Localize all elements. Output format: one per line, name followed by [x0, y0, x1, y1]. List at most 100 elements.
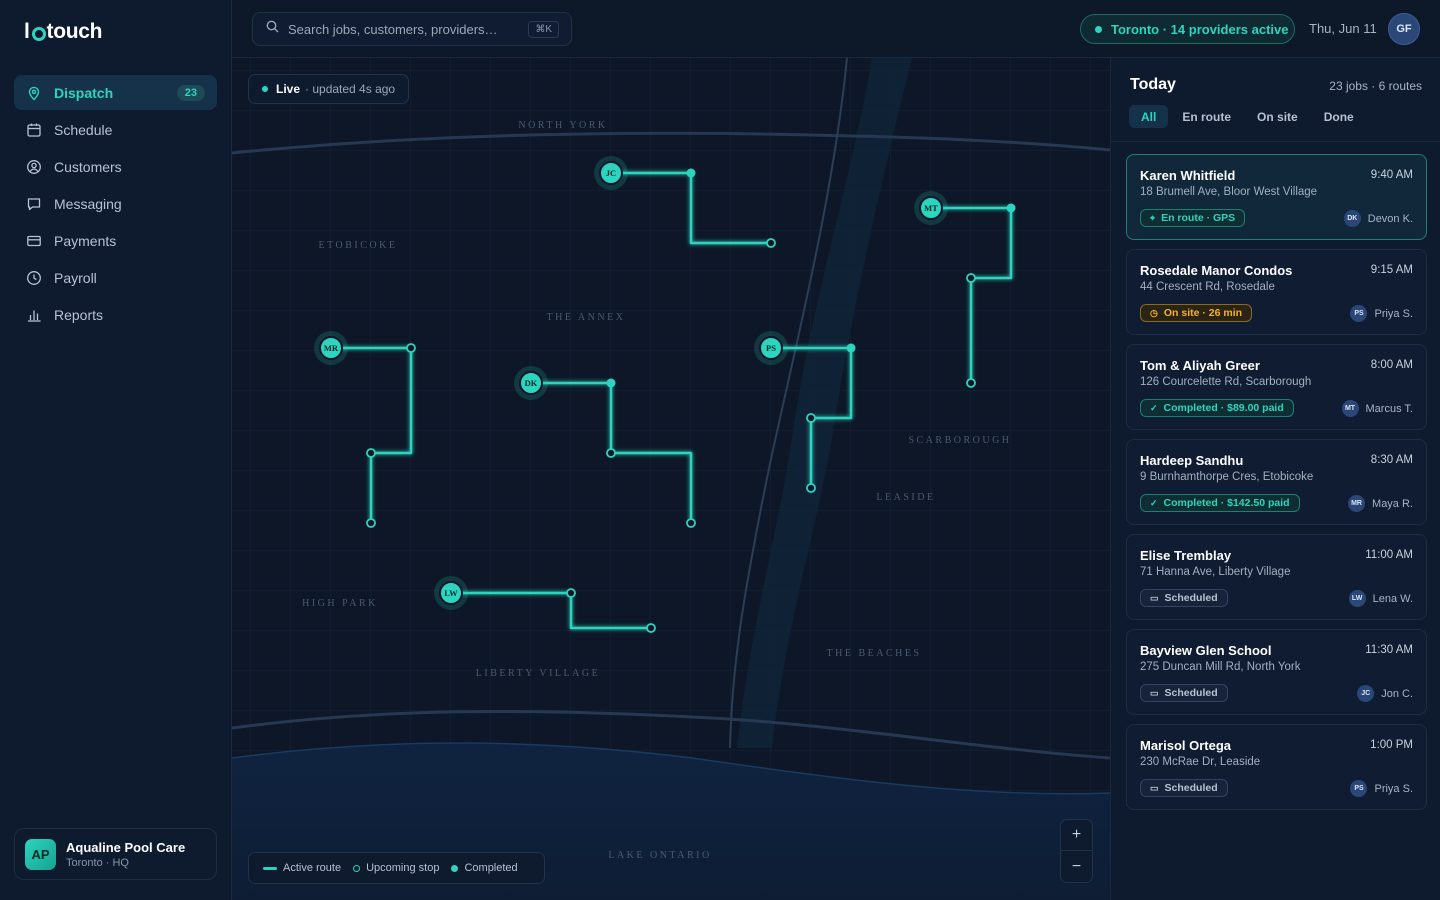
status-badge: ◷ On site · 26 min — [1140, 304, 1253, 322]
zoom-in-button[interactable]: + — [1061, 820, 1092, 851]
user-avatar[interactable]: GF — [1388, 13, 1420, 45]
tab-done[interactable]: Done — [1312, 105, 1366, 128]
panel-divider — [1111, 141, 1440, 142]
job-address: 71 Hanna Ave, Liberty Village — [1140, 566, 1291, 578]
panel-title: Today — [1130, 76, 1176, 93]
legend-active-route: Active route — [283, 862, 342, 874]
provider-marker-lw[interactable]: LW — [434, 576, 468, 610]
sidebar-item-label: Messaging — [54, 195, 122, 212]
logo-ring-icon — [31, 26, 46, 41]
svg-text:DK: DK — [525, 378, 538, 388]
job-customer-name: Karen Whitfield — [1140, 168, 1236, 183]
job-card[interactable]: Karen Whitfield 9:40 AM 18 Brumell Ave, … — [1126, 154, 1427, 240]
status-text: En route · GPS — [1161, 212, 1236, 224]
sidebar-item-dispatch[interactable]: Dispatch 23 — [14, 75, 217, 110]
current-date: Thu, Jun 11 — [1309, 21, 1377, 36]
clock-icon — [26, 270, 42, 286]
provider-marker-mr[interactable]: MR — [314, 331, 348, 365]
job-card[interactable]: Elise Tremblay 11:00 AM 71 Hanna Ave, Li… — [1126, 534, 1427, 620]
check-icon: ✓ — [1150, 497, 1158, 508]
sidebar-item-payments[interactable]: Payments — [14, 223, 217, 258]
job-filter-tabs: All En route On site Done — [1129, 105, 1368, 128]
zoom-out-button[interactable]: − — [1061, 851, 1092, 882]
sidebar-item-label: Dispatch — [54, 84, 114, 101]
job-address: 275 Duncan Mill Rd, North York — [1140, 661, 1301, 673]
chat-icon — [26, 196, 42, 212]
active-dot-icon — [1095, 25, 1102, 33]
assignee-avatar: DK — [1343, 210, 1361, 227]
upcoming-stop-swatch-icon — [353, 864, 361, 872]
brand-logo[interactable]: l touch — [24, 20, 103, 44]
sidebar-item-payroll[interactable]: Payroll — [14, 260, 217, 295]
assignee-name: Lena W. — [1372, 592, 1413, 605]
provider-marker-mt[interactable]: MT — [914, 191, 948, 225]
check-icon: ✓ — [1150, 402, 1158, 413]
job-card[interactable]: Hardeep Sandhu 8:30 AM 9 Burnhamthorpe C… — [1126, 439, 1427, 525]
stop-upcoming — [806, 413, 816, 423]
logo-text-start: l — [24, 20, 30, 43]
tab-on-site[interactable]: On site — [1245, 105, 1310, 128]
job-assignee: MT Marcus T. — [1341, 400, 1413, 417]
org-location: Toronto · HQ — [66, 856, 129, 869]
sidebar-item-label: Schedule — [54, 121, 113, 138]
map-pin-icon — [26, 85, 42, 101]
provider-marker-dk[interactable]: DK — [514, 366, 548, 400]
live-label: Live — [276, 82, 301, 96]
stop-upcoming — [766, 238, 776, 248]
status-badge: ✓ Completed · $142.50 paid — [1140, 494, 1300, 512]
sidebar-item-label: Payments — [54, 232, 117, 249]
provider-marker-ps[interactable]: PS — [754, 331, 788, 365]
sidebar-item-label: Payroll — [54, 269, 97, 286]
status-text: Scheduled — [1164, 782, 1218, 794]
stop-upcoming — [966, 378, 976, 388]
area-label-liberty-village: LIBERTY VILLAGE — [476, 668, 600, 679]
sidebar-item-label: Reports — [54, 306, 104, 323]
stop-upcoming — [966, 273, 976, 283]
completed-swatch-icon — [451, 864, 459, 872]
assignee-name: Jon C. — [1381, 687, 1413, 700]
live-updated-text: · updated 4s ago — [305, 82, 396, 96]
calendar-icon: ▭ — [1150, 687, 1159, 698]
svg-text:PS: PS — [766, 343, 776, 353]
svg-text:MT: MT — [924, 203, 938, 213]
status-text: Scheduled — [1164, 592, 1218, 604]
job-card[interactable]: Rosedale Manor Condos 9:15 AM 44 Crescen… — [1126, 249, 1427, 335]
job-customer-name: Elise Tremblay — [1140, 548, 1232, 563]
search-shortcut: ⌘K — [528, 21, 559, 38]
job-customer-name: Rosedale Manor Condos — [1140, 263, 1293, 278]
search-box[interactable]: ⌘K — [252, 12, 572, 46]
city-status-pill[interactable]: Toronto · 14 providers active — [1080, 14, 1295, 44]
job-time: 8:30 AM — [1370, 454, 1413, 466]
job-time: 1:00 PM — [1370, 739, 1413, 751]
area-label-lake-ontario: LAKE ONTARIO — [608, 850, 711, 861]
sidebar-item-messaging[interactable]: Messaging — [14, 186, 217, 221]
tab-all[interactable]: All — [1129, 105, 1169, 128]
provider-marker-jc[interactable]: JC — [594, 156, 628, 190]
job-card[interactable]: Bayview Glen School 11:30 AM 275 Duncan … — [1126, 629, 1427, 715]
stop-upcoming — [806, 483, 816, 493]
status-badge: ⌖ En route · GPS — [1140, 209, 1246, 227]
assignee-name: Priya S. — [1374, 782, 1413, 795]
map-legend: Active route Upcoming stop Completed — [248, 852, 545, 884]
sidebar-item-schedule[interactable]: Schedule — [14, 112, 217, 147]
search-input[interactable] — [288, 21, 518, 37]
assignee-avatar: MT — [1341, 400, 1359, 417]
bar-chart-icon — [26, 307, 42, 323]
org-avatar: AP — [25, 838, 56, 870]
status-badge: ▭ Scheduled — [1140, 779, 1228, 797]
org-switcher[interactable]: AP Aqualine Pool Care Toronto · HQ — [14, 828, 217, 880]
dispatch-map[interactable]: NORTH YORK ETOBICOKE THE ANNEX SCARBOROU… — [232, 58, 1110, 900]
job-time: 11:30 AM — [1365, 644, 1413, 656]
sidebar-item-customers[interactable]: Customers — [14, 149, 217, 184]
jobs-panel: Today 23 jobs · 6 routes All En route On… — [1110, 58, 1440, 900]
sidebar-item-reports[interactable]: Reports — [14, 297, 217, 332]
tab-en-route[interactable]: En route — [1170, 105, 1243, 128]
stop-completed — [1006, 203, 1016, 213]
live-status-badge: Live · updated 4s ago — [248, 74, 410, 104]
job-card[interactable]: Marisol Ortega 1:00 PM 230 McRae Dr, Lea… — [1126, 724, 1427, 810]
job-assignee: MR Maya R. — [1348, 495, 1413, 512]
job-assignee: JC Jon C. — [1357, 685, 1413, 702]
sidebar: l touch Dispatch 23 Schedule Customers Me… — [0, 0, 232, 900]
search-icon — [266, 20, 279, 38]
job-card[interactable]: Tom & Aliyah Greer 8:00 AM 126 Courcelet… — [1126, 344, 1427, 430]
